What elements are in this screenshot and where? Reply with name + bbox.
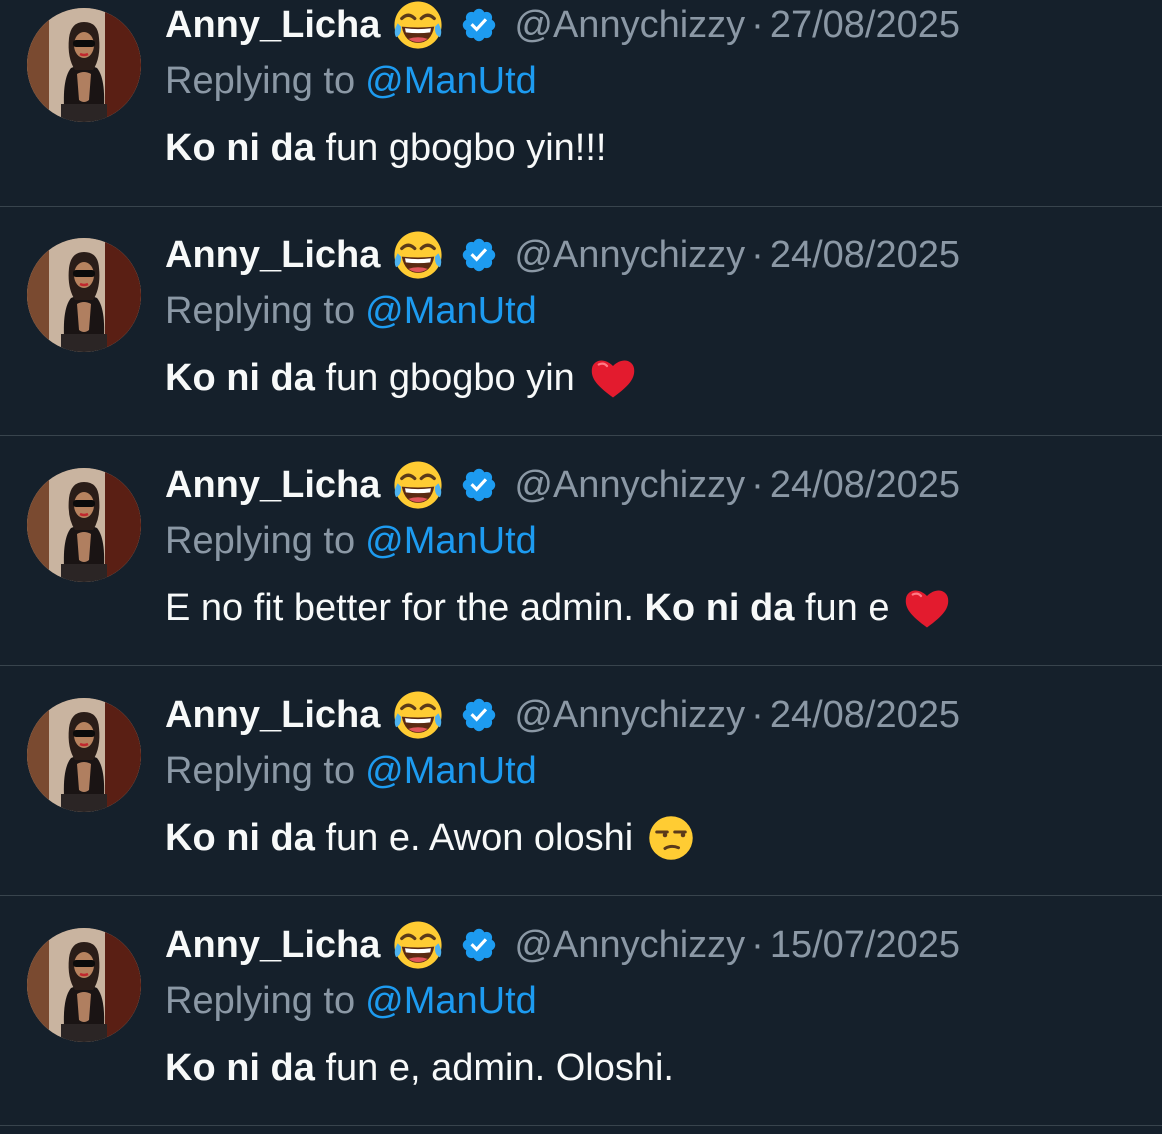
reply-mention-link[interactable]: @ManUtd	[365, 980, 537, 1023]
replying-prefix: Replying to	[165, 59, 356, 102]
tweet-text-bold: Ko ni da	[165, 1046, 315, 1089]
display-name[interactable]: Anny_Licha	[165, 4, 380, 47]
tweet-date[interactable]: 27/08/2025	[770, 4, 960, 47]
face-with-tears-of-joy-icon	[392, 229, 444, 281]
tweet-header: Anny_Licha @Annychizzy · 27/08/2025	[165, 2, 960, 48]
reply-mention-link[interactable]: @ManUtd	[365, 60, 537, 103]
reply-mention-link[interactable]: @ManUtd	[365, 290, 537, 333]
replying-to-line: Replying to @ManUtd	[165, 978, 537, 1024]
replying-to-line: Replying to @ManUtd	[165, 748, 537, 794]
face-with-tears-of-joy-icon	[392, 689, 444, 741]
unamused-face-icon	[647, 814, 695, 862]
tweet-text-rest: fun gbogbo yin	[325, 356, 575, 399]
separator-dot: ·	[751, 233, 764, 276]
separator-dot: ·	[751, 693, 764, 736]
display-name[interactable]: Anny_Licha	[165, 234, 380, 277]
tweet-date[interactable]: 15/07/2025	[770, 924, 960, 967]
tweet-header: Anny_Licha @Annychizzy · 15/07/2025	[165, 922, 960, 968]
tweet-item[interactable]: Anny_Licha @Annychizzy · 24/08/2025 Repl…	[0, 437, 1162, 666]
display-name[interactable]: Anny_Licha	[165, 464, 380, 507]
separator-dot: ·	[751, 463, 764, 506]
avatar[interactable]	[27, 8, 141, 122]
avatar[interactable]	[27, 698, 141, 812]
tweet-item[interactable]: Anny_Licha @Annychizzy · 15/07/2025 Repl…	[0, 897, 1162, 1126]
tweet-text-rest: fun e. Awon oloshi	[325, 816, 634, 859]
verified-badge-icon[interactable]	[460, 696, 498, 734]
tweet-header: Anny_Licha @Annychizzy · 24/08/2025	[165, 692, 960, 738]
handle[interactable]: @Annychizzy	[514, 464, 745, 507]
replying-prefix: Replying to	[165, 979, 356, 1022]
tweet-text: E no fit better for the admin. Ko ni da …	[165, 582, 951, 634]
tweet-item[interactable]: Anny_Licha @Annychizzy · 24/08/2025 Repl…	[0, 207, 1162, 436]
tweet-text-bold: Ko ni da	[644, 586, 795, 629]
tweet-text: Ko ni da fun e. Awon oloshi	[165, 812, 695, 864]
replying-to-line: Replying to @ManUtd	[165, 288, 537, 334]
handle[interactable]: @Annychizzy	[514, 4, 745, 47]
reply-mention-link[interactable]: @ManUtd	[365, 520, 537, 563]
display-name[interactable]: Anny_Licha	[165, 924, 380, 967]
tweet-feed: Anny_Licha @Annychizzy · 27/08/2025 Repl…	[0, 0, 1162, 1134]
tweet-text: Ko ni da fun e, admin. Oloshi.	[165, 1042, 674, 1094]
replying-to-line: Replying to @ManUtd	[165, 58, 537, 104]
handle[interactable]: @Annychizzy	[514, 924, 745, 967]
tweet-text: Ko ni da fun gbogbo yin	[165, 352, 637, 404]
replying-prefix: Replying to	[165, 519, 356, 562]
red-heart-icon	[903, 585, 951, 631]
replying-to-line: Replying to @ManUtd	[165, 518, 537, 564]
tweet-date[interactable]: 24/08/2025	[770, 464, 960, 507]
display-name[interactable]: Anny_Licha	[165, 694, 380, 737]
face-with-tears-of-joy-icon	[392, 919, 444, 971]
verified-badge-icon[interactable]	[460, 926, 498, 964]
tweet-date[interactable]: 24/08/2025	[770, 694, 960, 737]
handle[interactable]: @Annychizzy	[514, 234, 745, 277]
tweet-text-bold: Ko ni da	[165, 356, 315, 399]
reply-mention-link[interactable]: @ManUtd	[365, 750, 537, 793]
verified-badge-icon[interactable]	[460, 466, 498, 504]
tweet-text-bold: Ko ni da	[165, 126, 315, 169]
avatar[interactable]	[27, 238, 141, 352]
tweet-text-rest: fun e	[804, 586, 890, 629]
separator-dot: ·	[751, 3, 764, 46]
handle[interactable]: @Annychizzy	[514, 694, 745, 737]
tweet-header: Anny_Licha @Annychizzy · 24/08/2025	[165, 232, 960, 278]
avatar[interactable]	[27, 468, 141, 582]
tweet-item[interactable]: Anny_Licha @Annychizzy · 27/08/2025 Repl…	[0, 0, 1162, 207]
tweet-text-bold: Ko ni da	[165, 816, 315, 859]
tweet-text-rest: fun gbogbo yin!!!	[325, 126, 607, 169]
tweet-item[interactable]: Anny_Licha @Annychizzy · 24/08/2025 Repl…	[0, 667, 1162, 896]
separator-dot: ·	[751, 923, 764, 966]
face-with-tears-of-joy-icon	[392, 459, 444, 511]
tweet-text-rest: fun e, admin. Oloshi.	[325, 1046, 674, 1089]
replying-prefix: Replying to	[165, 749, 356, 792]
tweet-text-lead: E no fit better for the admin.	[165, 586, 634, 629]
verified-badge-icon[interactable]	[460, 6, 498, 44]
red-heart-icon	[589, 355, 637, 401]
face-with-tears-of-joy-icon	[392, 0, 444, 51]
tweet-header: Anny_Licha @Annychizzy · 24/08/2025	[165, 462, 960, 508]
verified-badge-icon[interactable]	[460, 236, 498, 274]
avatar[interactable]	[27, 928, 141, 1042]
tweet-text: Ko ni da fun gbogbo yin!!!	[165, 122, 606, 174]
replying-prefix: Replying to	[165, 289, 356, 332]
tweet-date[interactable]: 24/08/2025	[770, 234, 960, 277]
